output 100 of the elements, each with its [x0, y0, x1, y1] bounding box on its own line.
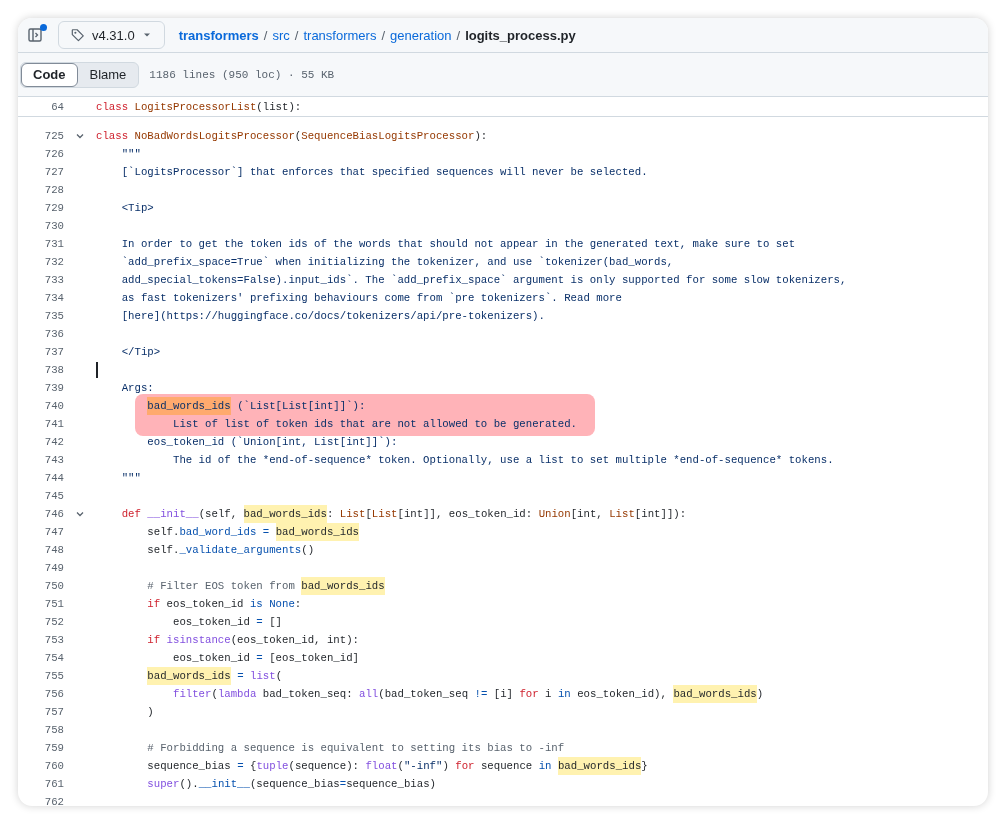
function-name-text: isinstance	[166, 633, 231, 648]
code-text: [i]	[493, 687, 513, 702]
line-number: 64	[50, 99, 64, 115]
line-number: 762	[43, 795, 64, 806]
line-number: 740	[43, 399, 64, 414]
function-name-text: tuple	[256, 759, 289, 774]
class-name-text: NoBadWordsLogitsProcessor	[134, 129, 295, 144]
code-text: (	[294, 129, 302, 144]
code-text: )	[147, 705, 154, 720]
code-text: (sequence):	[288, 759, 360, 774]
line-number: 728	[43, 183, 64, 198]
docstring-text: <Tip>	[121, 201, 154, 216]
code-text: eos_token_id),	[577, 687, 667, 702]
breadcrumb-separator: /	[294, 27, 299, 43]
docstring-text: The id of the *end-of-sequence* token. Optionally, use a list to set multiple *end-of-sequence* tokens.	[172, 453, 834, 468]
code-text: i	[545, 687, 552, 702]
docstring-text: """	[121, 147, 141, 162]
chevron-down-icon[interactable]	[75, 509, 85, 519]
search-match: bad_words_ids	[673, 685, 757, 703]
code-text: (self,	[198, 507, 238, 522]
function-name-text: __init__	[147, 507, 199, 522]
breadcrumb-separator: /	[381, 27, 386, 43]
class-name-text: List	[371, 507, 398, 522]
version-dropdown[interactable]: v4.31.0	[58, 21, 165, 49]
function-name-text: super	[147, 777, 180, 792]
operator-text: in	[538, 759, 552, 774]
line-number: 737	[43, 345, 64, 360]
operator-text: !=	[474, 687, 488, 702]
line-number: 726	[43, 147, 64, 162]
breadcrumb-link[interactable]: transformers	[303, 27, 377, 43]
attribute-text: __init__	[198, 777, 250, 792]
keyword-text: def	[121, 507, 141, 522]
line-number: 729	[43, 201, 64, 216]
attribute-text: bad_word_ids	[179, 525, 257, 540]
operator-text: =	[339, 777, 347, 792]
operator-text: is	[249, 597, 263, 612]
function-name-text: filter	[172, 687, 212, 702]
line-number: 732	[43, 255, 64, 270]
code-text: sequence	[480, 759, 533, 774]
line-number: 730	[43, 219, 64, 234]
code-text: eos_token_id	[172, 651, 250, 666]
code-text: (eos_token_id, int):	[230, 633, 359, 648]
code-text: self.	[147, 543, 180, 558]
line-number: 739	[43, 381, 64, 396]
docstring-text: eos_token_id (`Union[int, List[int]]`):	[147, 435, 398, 450]
breadcrumb-link[interactable]: transformers	[178, 27, 259, 43]
code-text: }	[641, 759, 648, 774]
function-name-text: lambda	[217, 687, 257, 702]
code-text: eos_token_id	[166, 597, 244, 612]
keyword-text: if	[147, 633, 161, 648]
keyword-text: class	[96, 129, 129, 144]
docstring-text: In order to get the token ids of the words that should not appear in the generated text, make sure to set	[121, 237, 796, 252]
function-name-text: list	[249, 669, 276, 684]
code-text: sequence_bias	[147, 759, 231, 774]
view-tab[interactable]: Blame	[77, 62, 139, 87]
line-number: 745	[43, 489, 64, 504]
line-number: 725	[43, 129, 64, 144]
keyword-text: class	[96, 99, 129, 115]
side-panel-icon	[27, 26, 45, 44]
docstring-text: as fast tokenizers' prefixing behaviours come from `pre tokenizers`. Read more	[121, 291, 622, 306]
docstring-text: [here](https://huggingface.co/docs/tokenizers/api/pre-tokenizers).	[121, 309, 545, 324]
code-text: ().	[179, 777, 199, 792]
code-text: ()	[301, 543, 315, 558]
code-text: eos_token_id	[172, 615, 250, 630]
line-number: 757	[43, 705, 64, 720]
breadcrumb-link[interactable]: generation	[390, 27, 452, 43]
code-text: bad_token_seq:	[262, 687, 353, 702]
code-text: )	[756, 687, 764, 702]
line-number: 750	[43, 579, 64, 594]
chevron-down-icon[interactable]	[75, 131, 85, 141]
search-match: bad_words_ids	[243, 505, 327, 523]
class-name-text: Union	[538, 507, 571, 522]
code-text: [eos_token_id]	[269, 651, 359, 666]
line-number: 753	[43, 633, 64, 648]
line-number: 734	[43, 291, 64, 306]
line-number: 743	[43, 453, 64, 468]
line-number: 758	[43, 723, 64, 738]
code-text: [int,	[570, 507, 603, 522]
search-match: bad_words_ids	[275, 523, 359, 541]
keyword-text: for	[519, 687, 539, 702]
search-match: bad_words_ids	[557, 757, 642, 775]
tag-icon	[71, 28, 85, 42]
class-name-text: List	[609, 507, 635, 522]
line-number: 754	[43, 651, 64, 666]
view-tab[interactable]: Code	[21, 62, 78, 87]
current-file-name: logits_process.py	[465, 27, 576, 43]
code-text: [	[365, 507, 372, 522]
line-number: 756	[43, 687, 64, 702]
line-number: 736	[43, 327, 64, 342]
operator-text: in	[557, 687, 571, 702]
file-info-text: 1186 lines (950 loc) · 55 KB	[149, 68, 335, 81]
search-match: bad_words_ids	[301, 577, 385, 595]
code-text: (sequence_bias	[249, 777, 340, 792]
search-match: bad_words_ids	[147, 667, 231, 685]
operator-text: =	[256, 651, 263, 666]
code-text: [int]], eos_token_id:	[397, 507, 533, 522]
breadcrumb-separator: /	[456, 27, 461, 43]
string-text: "-inf"	[403, 759, 443, 774]
breadcrumb-link[interactable]: src	[272, 27, 290, 43]
operator-text: =	[237, 759, 244, 774]
